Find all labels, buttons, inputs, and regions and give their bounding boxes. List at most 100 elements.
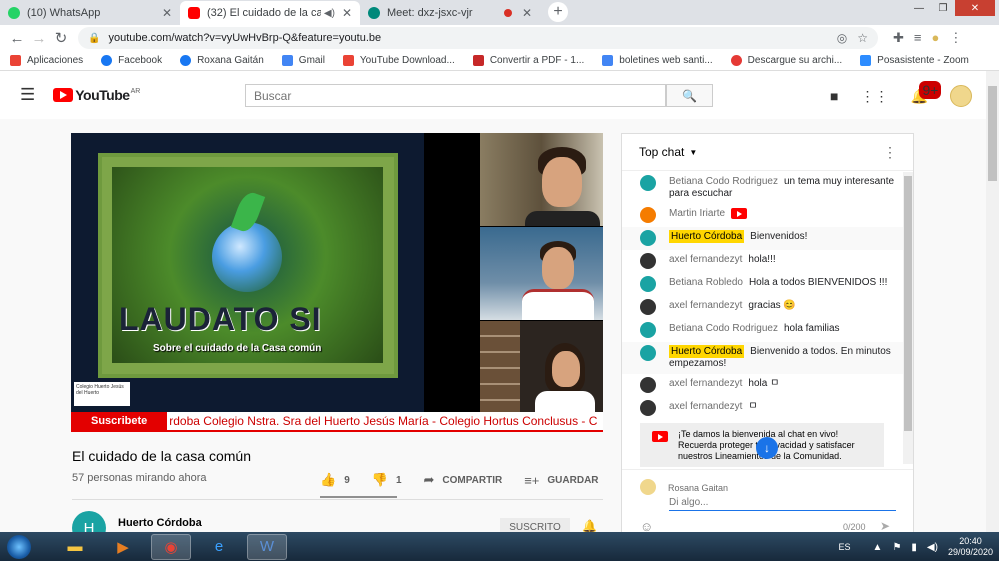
bookmark-roxana[interactable]: Roxana Gaitán: [180, 55, 264, 66]
owner-author[interactable]: Huerto Córdoba: [669, 345, 745, 358]
google-icon: [281, 55, 293, 66]
bell-icon[interactable]: 🔔: [582, 519, 597, 533]
chat-message: axel fernandezyt gracias 😊: [622, 296, 903, 319]
bookmark-boletines[interactable]: boletines web santi...: [602, 55, 713, 66]
video-player[interactable]: LAUDATO SI Sobre el cuidado de la Casa c…: [71, 133, 603, 412]
message-author[interactable]: axel fernandezyt: [669, 401, 742, 412]
flag-icon[interactable]: ⚑: [892, 542, 901, 553]
taskbar-ie[interactable]: e: [199, 534, 239, 560]
message-text: ㅁ: [748, 401, 758, 412]
language-indicator[interactable]: ES: [839, 542, 851, 552]
maximize-icon[interactable]: ❐: [931, 0, 955, 16]
network-icon[interactable]: ▮: [911, 542, 917, 553]
send-icon[interactable]: ➤: [880, 519, 890, 532]
close-tab-icon[interactable]: ✕: [342, 6, 352, 20]
youtube-emoji-icon: [731, 208, 748, 219]
country-code: AR: [130, 87, 141, 95]
message-author[interactable]: axel fernandezyt: [669, 378, 742, 389]
bookmark-star-icon[interactable]: ☆: [857, 31, 868, 45]
progress-bar[interactable]: [71, 430, 603, 432]
message-author[interactable]: axel fernandezyt: [669, 254, 742, 265]
taskbar-explorer[interactable]: ▬: [55, 534, 95, 560]
apps-grid-icon[interactable]: ⋮⋮: [860, 88, 888, 105]
lock-icon[interactable]: 🔒: [88, 33, 100, 44]
forward-icon[interactable]: →: [28, 30, 50, 47]
chat-message: axel fernandezyt hola!!!: [622, 250, 903, 273]
message-author[interactable]: axel fernandezyt: [669, 300, 742, 311]
reload-icon[interactable]: ↻: [50, 29, 72, 47]
tab-whatsapp[interactable]: (10) WhatsApp ✕: [0, 1, 180, 25]
bookmark-pdf[interactable]: Convertir a PDF - 1...: [472, 55, 584, 66]
close-window-icon[interactable]: ✕: [955, 0, 995, 16]
emoji-icon[interactable]: ☺: [640, 519, 653, 532]
chevron-down-icon[interactable]: ▼: [689, 148, 697, 157]
dislike-button[interactable]: 👎 1: [372, 472, 402, 488]
message-text: Hola a todos BIENVENIDOS !!!: [748, 277, 888, 288]
page-scroll-thumb[interactable]: [988, 86, 997, 181]
tray-arrow-icon[interactable]: ▲: [873, 542, 883, 553]
hamburger-menu-icon[interactable]: ☰: [20, 85, 35, 105]
volume-icon[interactable]: ◀): [927, 542, 938, 553]
message-author[interactable]: Betiana Codo Rodriguez: [669, 323, 778, 334]
start-button[interactable]: [7, 534, 31, 559]
notifications-icon[interactable]: 🔔9+: [910, 80, 942, 105]
taskbar-media-player[interactable]: ▶: [103, 534, 143, 560]
close-tab-icon[interactable]: ✕: [162, 6, 172, 20]
bookmark-gmail[interactable]: Gmail: [281, 55, 325, 66]
taskbar-word[interactable]: W: [247, 533, 287, 560]
subscribe-overlay: Suscribete: [71, 412, 168, 430]
bookmark-descargue[interactable]: Descargue su archi...: [730, 55, 842, 66]
save-button[interactable]: ≡+ GUARDAR: [524, 473, 598, 488]
clock[interactable]: 20:40 29/09/2020: [948, 536, 993, 558]
chat-mode-dropdown[interactable]: Top chat: [639, 145, 684, 159]
tab-meet[interactable]: Meet: dxz-jsxc-vjr ✕: [360, 1, 540, 25]
speaker-icon[interactable]: ◀): [324, 8, 335, 19]
bookmark-zoom[interactable]: Posasistente - Zoom: [860, 55, 969, 66]
tab-youtube[interactable]: (32) El cuidado de la casa com ◀) ✕: [180, 1, 360, 25]
bookmark-label: Facebook: [118, 55, 163, 66]
like-button[interactable]: 👍 9: [320, 472, 350, 488]
chat-input[interactable]: [669, 495, 896, 511]
bookmark-youtube-download[interactable]: YouTube Download...: [342, 55, 455, 66]
account-avatar[interactable]: [949, 85, 972, 107]
youtube-logo[interactable]: YouTube AR: [53, 87, 140, 103]
message-author[interactable]: Betiana Robledo: [669, 277, 743, 288]
close-tab-icon[interactable]: ✕: [522, 6, 532, 20]
meet-icon: [368, 7, 380, 19]
message-text: hola ㅁ: [748, 378, 780, 389]
share-button[interactable]: ➦ COMPARTIR: [424, 472, 503, 488]
chat-message: axel fernandezyt ㅁ: [622, 397, 903, 420]
back-icon[interactable]: ←: [6, 30, 28, 47]
bookmark-facebook[interactable]: Facebook: [101, 55, 162, 66]
url-text[interactable]: youtube.com/watch?v=vyUwHvBrp-Q&feature=…: [108, 32, 826, 44]
bookmark-apps[interactable]: Aplicaciones: [10, 55, 83, 66]
windows-taskbar: ▬ ▶ ◉ e W ES ▲ ⚑ ▮ ◀) 20:40 29/09/2020: [0, 532, 999, 561]
address-bar[interactable]: 🔒 youtube.com/watch?v=vyUwHvBrp-Q&featur…: [78, 27, 878, 49]
save-label: GUARDAR: [547, 474, 599, 486]
extensions-icon[interactable]: ✚: [893, 30, 904, 46]
minimize-icon[interactable]: —: [907, 0, 931, 16]
youtube-icon: [652, 431, 668, 442]
search-button[interactable]: 🔍: [666, 84, 713, 107]
profile-icon[interactable]: ●: [932, 30, 940, 46]
scroll-down-button[interactable]: ↓: [756, 437, 778, 459]
chrome-icon: ◉: [164, 538, 178, 556]
channel-name[interactable]: Huerto Córdoba: [118, 517, 202, 529]
eye-off-icon[interactable]: ◎: [837, 31, 847, 45]
logo-text: YouTube: [75, 87, 130, 103]
apps-grid-icon: [10, 55, 21, 66]
menu-icon[interactable]: ⋮: [949, 30, 962, 46]
message-author[interactable]: Betiana Codo Rodriguez: [669, 176, 778, 187]
chat-scroll-thumb[interactable]: [904, 176, 912, 431]
search-input[interactable]: [245, 84, 666, 107]
notification-badge: 9+: [919, 80, 942, 99]
download-icon: [342, 55, 354, 66]
owner-author[interactable]: Huerto Córdoba: [669, 230, 745, 243]
create-video-icon[interactable]: ■: [830, 88, 838, 104]
media-control-icon[interactable]: ≡: [914, 30, 922, 46]
new-tab-button[interactable]: +: [548, 2, 568, 22]
taskbar-chrome[interactable]: ◉: [151, 533, 191, 560]
word-icon: W: [259, 538, 275, 555]
message-author[interactable]: Martin Iriarte: [669, 208, 725, 219]
more-vertical-icon[interactable]: ⋮: [883, 144, 897, 161]
